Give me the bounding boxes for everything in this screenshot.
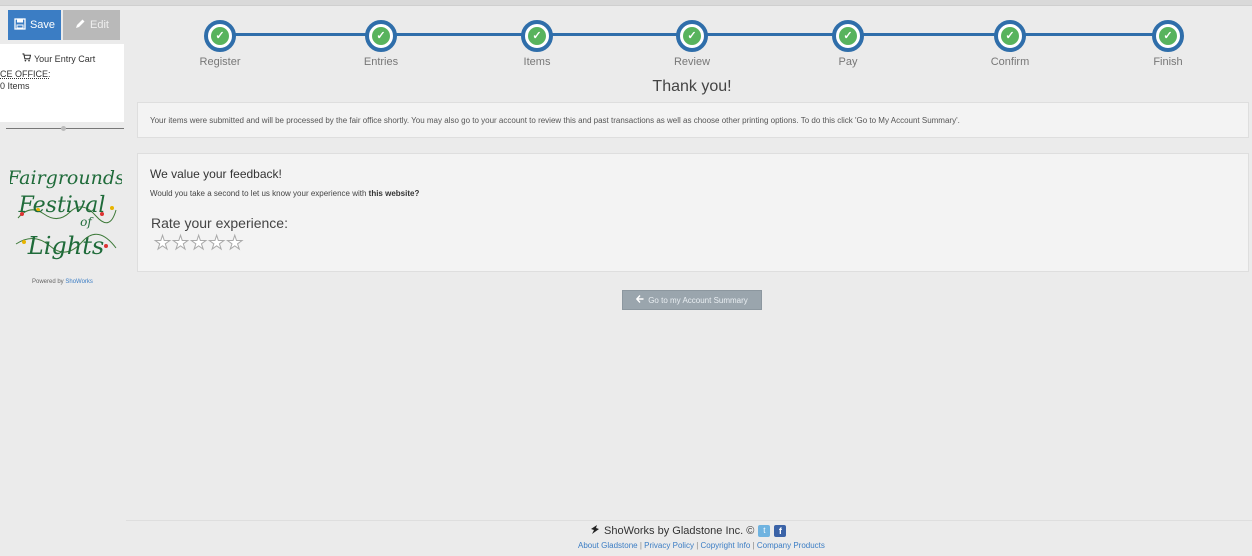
arrow-left-icon xyxy=(636,295,644,305)
check-icon: ✓ xyxy=(1001,27,1019,45)
privacy-policy-link[interactable]: Privacy Policy xyxy=(644,541,694,550)
check-icon: ✓ xyxy=(683,27,701,45)
about-gladstone-link[interactable]: About Gladstone xyxy=(578,541,638,550)
cart-icon xyxy=(22,53,32,64)
feedback-website-link: this website? xyxy=(368,189,420,198)
cart-items-count: 0 Items xyxy=(0,81,30,91)
check-icon: ✓ xyxy=(839,27,857,45)
facebook-icon[interactable]: f xyxy=(774,525,787,537)
star-icon[interactable]: ★ xyxy=(172,234,190,254)
top-border xyxy=(0,0,1252,6)
save-button[interactable]: Save xyxy=(8,10,61,40)
cart-title: Your Entry Cart xyxy=(22,53,95,64)
floppy-disk-icon xyxy=(14,17,26,33)
save-button-label: Save xyxy=(29,19,56,31)
check-icon: ✓ xyxy=(1159,27,1177,45)
star-icon[interactable]: ★ xyxy=(153,234,171,254)
star-icon[interactable]: ★ xyxy=(226,234,244,254)
showorks-logo-icon xyxy=(590,524,600,538)
feedback-question: Would you take a second to let us know y… xyxy=(150,189,420,198)
pencil-icon xyxy=(74,18,86,33)
star-rating: ★ ★ ★ ★ ★ xyxy=(153,234,244,254)
logo-text-line-2: Festival xyxy=(18,193,106,218)
account-summary-button[interactable]: Go to my Account Summary xyxy=(622,290,762,310)
footer-divider xyxy=(126,520,1252,521)
footer-brand: ShoWorks by Gladstone Inc. © t f xyxy=(590,524,787,538)
sidebar-divider-knob[interactable] xyxy=(61,126,66,131)
entry-cart[interactable]: Your Entry Cart CE OFFICE: 0 Items xyxy=(0,44,124,122)
star-icon[interactable]: ★ xyxy=(190,234,208,254)
step-items[interactable]: ✓ Items xyxy=(477,20,597,68)
info-message: Your items were submitted and will be pr… xyxy=(150,116,960,125)
check-icon: ✓ xyxy=(372,27,390,45)
star-icon[interactable]: ★ xyxy=(208,234,226,254)
edit-button-label: Edit xyxy=(90,19,109,31)
company-products-link[interactable]: Company Products xyxy=(757,541,825,550)
info-panel: Your items were submitted and will be pr… xyxy=(137,102,1249,138)
cart-office-label: CE OFFICE: xyxy=(0,69,51,79)
sidebar: Save Edit Your Entry Cart CE OFFICE: 0 I… xyxy=(0,6,132,306)
fair-logo: Fairgrounds Festival of Lights xyxy=(6,156,125,266)
page-title: Thank you! xyxy=(652,78,732,95)
check-icon: ✓ xyxy=(211,27,229,45)
step-confirm[interactable]: ✓ Confirm xyxy=(950,20,1070,68)
twitter-icon[interactable]: t xyxy=(758,525,771,537)
logo-text-line-1: Fairgrounds xyxy=(10,167,122,189)
progress-steps: ✓ Register ✓ Entries ✓ Items ✓ Review ✓ … xyxy=(136,16,1248,68)
step-finish[interactable]: ✓ Finish xyxy=(1108,20,1228,68)
step-entries[interactable]: ✓ Entries xyxy=(321,20,441,68)
check-icon: ✓ xyxy=(528,27,546,45)
sidebar-toolbar: Save Edit xyxy=(8,10,120,40)
copyright-info-link[interactable]: Copyright Info xyxy=(701,541,751,550)
logo-text-line-4: Lights xyxy=(27,232,104,260)
feedback-title: We value your feedback! xyxy=(150,167,282,181)
showorks-link[interactable]: ShoWorks xyxy=(65,279,93,285)
step-register[interactable]: ✓ Register xyxy=(160,20,280,68)
rate-label: Rate your experience: xyxy=(151,215,288,231)
step-pay[interactable]: ✓ Pay xyxy=(788,20,908,68)
footer-links: About Gladstone | Privacy Policy | Copyr… xyxy=(578,541,825,550)
edit-button[interactable]: Edit xyxy=(63,10,120,40)
feedback-panel: We value your feedback! Would you take a… xyxy=(137,153,1249,272)
step-review[interactable]: ✓ Review xyxy=(632,20,752,68)
powered-by: Powered by ShoWorks xyxy=(32,279,93,285)
